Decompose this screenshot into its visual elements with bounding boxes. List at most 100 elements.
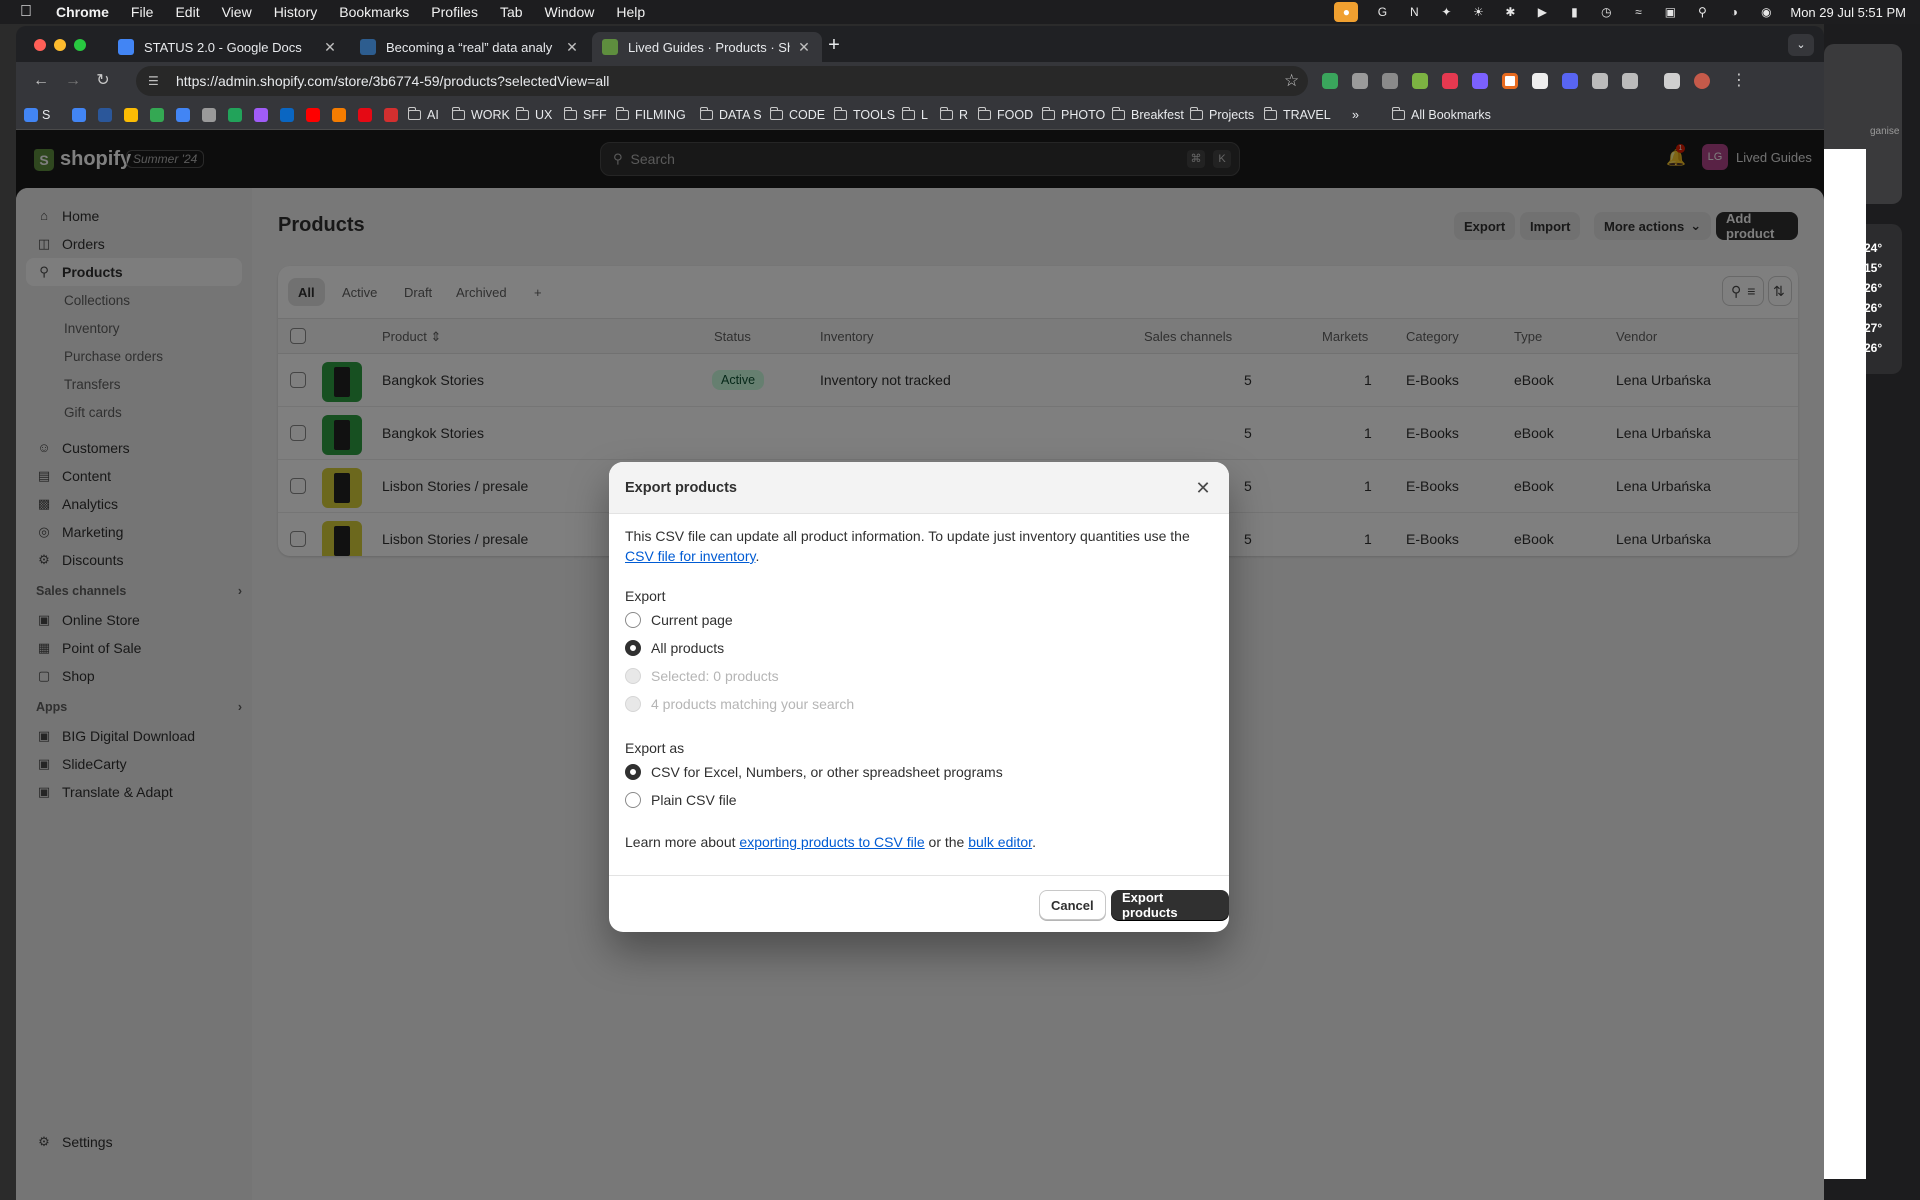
slack-icon[interactable]: ✦: [1438, 5, 1454, 19]
menu-app[interactable]: Chrome: [56, 4, 109, 20]
extension-color-icon[interactable]: [1472, 73, 1488, 89]
notion-icon[interactable]: N: [1406, 5, 1422, 19]
bookmark-folder-l[interactable]: L: [901, 107, 928, 123]
bookmark-folder-data[interactable]: DATA S: [699, 107, 762, 123]
bookmark-folder-filming[interactable]: FILMING: [615, 107, 686, 123]
spotlight-icon[interactable]: ⚲: [1694, 5, 1710, 19]
radio-csv-excel[interactable]: CSV for Excel, Numbers, or other spreads…: [625, 764, 1003, 780]
bookmark-folder-breakfest[interactable]: Breakfest: [1111, 107, 1184, 123]
bookmark-diamond-icon[interactable]: [228, 108, 242, 122]
csv-inventory-link[interactable]: CSV file for inventory: [625, 548, 755, 564]
close-tab-icon[interactable]: ✕: [564, 39, 580, 56]
bookmark-folder-r[interactable]: R: [939, 107, 968, 123]
all-bookmarks[interactable]: All Bookmarks: [1391, 107, 1491, 123]
radio-button[interactable]: [625, 764, 641, 780]
bookmark-r-icon[interactable]: [384, 108, 398, 122]
bookmark-translate-icon[interactable]: [176, 108, 190, 122]
grammarly-icon[interactable]: G: [1374, 5, 1390, 19]
microphone-icon[interactable]: ●: [1334, 2, 1359, 22]
downloads-icon[interactable]: [1664, 73, 1680, 89]
bookmark-folder-ux[interactable]: UX: [515, 107, 552, 123]
bookmark-folder-work[interactable]: WORK: [451, 107, 510, 123]
radio-current-page[interactable]: Current page: [625, 612, 733, 628]
profile-avatar[interactable]: [1694, 73, 1710, 89]
menu-profiles[interactable]: Profiles: [431, 4, 478, 20]
bookmark-maps-icon[interactable]: [150, 108, 164, 122]
bookmark-folder-ai[interactable]: AI: [407, 107, 439, 123]
display-icon[interactable]: ▣: [1662, 5, 1678, 19]
bookmark-folder-code[interactable]: CODE: [769, 107, 825, 123]
extension-hummingbird-icon[interactable]: [1322, 73, 1338, 89]
menu-window[interactable]: Window: [545, 4, 595, 20]
tab-data-analyst[interactable]: Becoming a “real” data analy ✕: [350, 32, 590, 62]
reload-icon[interactable]: ↻: [92, 70, 114, 92]
address-bar[interactable]: ☰ https://admin.shopify.com/store/3b6774…: [136, 66, 1308, 96]
extension-notion-icon[interactable]: [1532, 73, 1548, 89]
bookmark-folder-travel[interactable]: TRAVEL: [1263, 107, 1331, 123]
bookmark-docs-icon[interactable]: [72, 108, 86, 122]
bookmark-folder-photo[interactable]: PHOTO: [1041, 107, 1105, 123]
bookmark-folder-projects[interactable]: Projects: [1189, 107, 1254, 123]
radio-button[interactable]: [625, 792, 641, 808]
apple-icon[interactable]: : [20, 3, 38, 21]
extension-new-icon[interactable]: [1412, 73, 1428, 89]
bookmark-drive-icon[interactable]: [124, 108, 138, 122]
exporting-products-link[interactable]: exporting products to CSV file: [739, 834, 924, 850]
tab-shopify-products[interactable]: Lived Guides · Products · Sho ✕: [592, 32, 822, 62]
forward-icon[interactable]: →: [62, 70, 84, 92]
bookmark-messenger-icon[interactable]: [254, 108, 268, 122]
bookmarks-overflow-icon[interactable]: »: [1352, 107, 1359, 123]
brightness-icon[interactable]: ☀: [1470, 5, 1486, 19]
bookmark-folder-tools[interactable]: TOOLS: [833, 107, 895, 123]
zoom-window-button[interactable]: [74, 39, 86, 51]
extension-eyedropper-icon[interactable]: [1592, 73, 1608, 89]
extension-camera-icon[interactable]: [1352, 73, 1368, 89]
battery-icon[interactable]: ▮: [1566, 5, 1582, 19]
tab-google-docs[interactable]: STATUS 2.0 - Google Docs ✕: [108, 32, 348, 62]
bookmark-folder-sff[interactable]: SFF: [563, 107, 607, 123]
bookmark-word-icon[interactable]: [98, 108, 112, 122]
close-icon[interactable]: ✕: [1193, 478, 1213, 498]
bookmark-s[interactable]: S: [42, 107, 50, 123]
extension-list-icon[interactable]: [1382, 73, 1398, 89]
bookmark-favicon[interactable]: [24, 108, 38, 122]
chrome-menu-icon[interactable]: ⋮: [1728, 70, 1750, 92]
bookmark-linkedin-icon[interactable]: [280, 108, 294, 122]
close-tab-icon[interactable]: ✕: [796, 39, 812, 56]
back-icon[interactable]: ←: [30, 70, 52, 92]
close-window-button[interactable]: [34, 39, 46, 51]
extension-red-icon[interactable]: [1442, 73, 1458, 89]
menu-view[interactable]: View: [222, 4, 252, 20]
bulk-editor-link[interactable]: bulk editor: [968, 834, 1032, 850]
export-products-button[interactable]: Export products: [1111, 890, 1229, 920]
play-icon[interactable]: ▶: [1534, 5, 1550, 19]
radio-button[interactable]: [625, 612, 641, 628]
menu-bookmarks[interactable]: Bookmarks: [339, 4, 409, 20]
timer-icon[interactable]: ◷: [1598, 5, 1614, 19]
control-center-icon[interactable]: ◑: [1726, 5, 1742, 19]
extension-discord-icon[interactable]: [1562, 73, 1578, 89]
extensions-puzzle-icon[interactable]: [1622, 73, 1638, 89]
minimize-window-button[interactable]: [54, 39, 66, 51]
radio-all-products[interactable]: All products: [625, 640, 724, 656]
tab-search-button[interactable]: ⌄: [1788, 34, 1814, 56]
wifi-icon[interactable]: ≈: [1630, 5, 1646, 19]
menu-tab[interactable]: Tab: [500, 4, 523, 20]
extension-ring-icon[interactable]: [1502, 73, 1518, 89]
menu-file[interactable]: File: [131, 4, 154, 20]
bookmark-star-icon[interactable]: ☆: [1284, 71, 1308, 91]
bookmark-folder-food[interactable]: FOOD: [977, 107, 1033, 123]
menubar-clock[interactable]: Mon 29 Jul 5:51 PM: [1790, 5, 1906, 20]
siri-icon[interactable]: ◉: [1758, 5, 1774, 19]
radio-plain-csv[interactable]: Plain CSV file: [625, 792, 737, 808]
bookmark-cloud-icon[interactable]: [202, 108, 216, 122]
radio-button[interactable]: [625, 640, 641, 656]
bluetooth-icon[interactable]: ✱: [1502, 5, 1518, 19]
bookmark-youtube-icon[interactable]: [306, 108, 320, 122]
menu-help[interactable]: Help: [616, 4, 645, 20]
cancel-button[interactable]: Cancel: [1039, 890, 1106, 920]
new-tab-button[interactable]: +: [824, 35, 844, 56]
menu-edit[interactable]: Edit: [175, 4, 199, 20]
close-tab-icon[interactable]: ✕: [322, 39, 338, 56]
site-settings-icon[interactable]: ☰: [148, 74, 164, 88]
